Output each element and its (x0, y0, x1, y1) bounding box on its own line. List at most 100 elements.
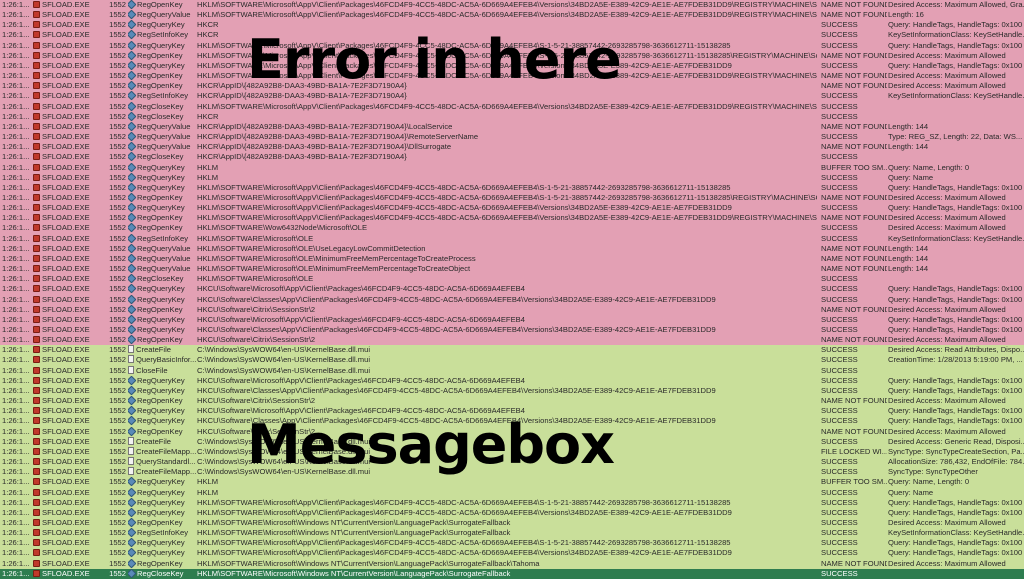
event-row[interactable]: 1:26:1... SFLOAD.EXE 1552 RegQueryKey HKLM BU… (0, 477, 1024, 488)
path-cell-text: HKLM\SOFTWARE\Microsoft\AppV\Client\Pack… (197, 538, 731, 548)
path-cell: HKLM (197, 477, 817, 487)
event-row[interactable]: 1:26:1... SFLOAD.EXE 1552 RegOpenKey HKCU\So… (0, 304, 1024, 315)
operation-cell: RegOpenKey (128, 558, 196, 569)
operation-cell: RegQueryKey (128, 375, 196, 386)
process-cell-text: SFLOAD.EXE (42, 264, 90, 274)
process-icon (33, 234, 40, 242)
detail-cell-text: Desired Access: Maximum Allowed (888, 335, 1006, 345)
process-cell-text: SFLOAD.EXE (42, 294, 90, 304)
event-row[interactable]: 1:26:1... SFLOAD.EXE 1552 RegOpenKey HKCU\So… (0, 335, 1024, 346)
pid-cell: 1552 (106, 498, 126, 508)
time-cell: 1:26:1... (2, 213, 32, 223)
event-row[interactable]: 1:26:1... SFLOAD.EXE 1552 RegOpenKey HKLM\SO… (0, 517, 1024, 529)
result-cell-text: NAME NOT FOUND (821, 10, 887, 20)
event-row[interactable]: 1:26:1... SFLOAD.EXE 1552 RegOpenKey HKCU\So… (0, 396, 1024, 407)
operation-cell-text: RegQueryKey (137, 416, 185, 426)
event-row[interactable]: 1:26:1... SFLOAD.EXE 1552 RegQueryKey HKLM\S… (0, 507, 1024, 518)
path-cell: HKLM\SOFTWARE\Microsoft\Windows NT\Curre… (197, 569, 817, 579)
process-icon (33, 51, 40, 59)
process-cell: SFLOAD.EXE (33, 406, 105, 416)
event-row[interactable]: 1:26:1... SFLOAD.EXE 1552 RegQueryValue HKCR… (0, 121, 1024, 133)
detail-cell: Length: 16 (888, 10, 1024, 20)
time-cell-text: 1:26:1... (2, 497, 30, 507)
event-row[interactable]: 1:26:1... SFLOAD.EXE 1552 RegQueryValue HKLM… (0, 10, 1024, 21)
event-row[interactable]: 1:26:1... SFLOAD.EXE 1552 RegQueryKey HKCU\S… (0, 294, 1024, 305)
event-row[interactable]: 1:26:1... SFLOAD.EXE 1552 RegSetInfoKey HKLM… (0, 528, 1024, 539)
event-row[interactable]: 1:26:1... SFLOAD.EXE 1552 RegOpenKey HKLM\SO… (0, 213, 1024, 224)
event-row[interactable]: 1:26:1... SFLOAD.EXE 1552 RegQueryKey HKLM\S… (0, 497, 1024, 508)
event-row[interactable]: 1:26:1... SFLOAD.EXE 1552 RegQueryValue HKLM… (0, 243, 1024, 254)
event-row[interactable]: 1:26:1... SFLOAD.EXE 1552 RegQueryKey HKLM\S… (0, 538, 1024, 549)
operation-cell: RegQueryValue (128, 10, 196, 20)
event-row[interactable]: 1:26:1... SFLOAD.EXE 1552 RegQueryValue HKLM… (0, 253, 1024, 265)
event-row[interactable]: 1:26:1... SFLOAD.EXE 1552 RegQueryKey HKCU\S… (0, 385, 1024, 397)
event-row[interactable]: 1:26:1... SFLOAD.EXE 1552 QueryBasicInfor..… (0, 355, 1024, 366)
pid-cell-text: 1552 (109, 91, 126, 101)
event-row[interactable]: 1:26:1... SFLOAD.EXE 1552 RegOpenKey HKLM\SO… (0, 0, 1024, 11)
process-icon (33, 102, 40, 110)
pid-cell: 1552 (106, 213, 126, 223)
pid-cell: 1552 (106, 488, 126, 498)
pid-cell-text: 1552 (109, 253, 126, 263)
process-icon (33, 346, 40, 354)
result-cell: SUCCESS (821, 488, 887, 498)
event-row[interactable]: 1:26:1... SFLOAD.EXE 1552 RegOpenKey HKLM\SO… (0, 223, 1024, 234)
registry-icon (128, 548, 137, 558)
detail-cell-text: Desired Access: Maximum Allowed (888, 558, 1006, 568)
event-row[interactable]: 1:26:1... SFLOAD.EXE 1552 RegOpenKey HKLM\SO… (0, 192, 1024, 204)
operation-cell: RegOpenKey (128, 50, 196, 61)
time-cell-text: 1:26:1... (2, 355, 30, 365)
event-row[interactable]: 1:26:1... SFLOAD.EXE 1552 RegQueryKey HKLM SU… (0, 172, 1024, 183)
result-cell-text: SUCCESS (821, 284, 858, 294)
event-row[interactable]: 1:26:1... SFLOAD.EXE 1552 RegQueryValue HKCR… (0, 132, 1024, 143)
process-cell-text: SFLOAD.EXE (42, 60, 90, 70)
process-icon (33, 204, 40, 212)
event-row[interactable]: 1:26:1... SFLOAD.EXE 1552 RegQueryKey HKLM BU… (0, 162, 1024, 173)
time-cell-text: 1:26:1... (2, 396, 30, 406)
operation-cell-text: RegQueryKey (137, 325, 185, 334)
pid-cell: 1552 (106, 477, 126, 487)
result-cell-text: SUCCESS (821, 375, 858, 385)
event-row[interactable]: 1:26:1... SFLOAD.EXE 1552 RegSetInfoKey HKLM… (0, 233, 1024, 244)
event-row[interactable]: 1:26:1... SFLOAD.EXE 1552 RegQueryKey HKCU\S… (0, 325, 1024, 336)
pid-cell: 1552 (106, 122, 126, 132)
event-row[interactable]: 1:26:1... SFLOAD.EXE 1552 RegCloseKey HKLM\S… (0, 101, 1024, 112)
time-cell: 1:26:1... (2, 467, 32, 477)
process-icon (33, 478, 40, 486)
pid-cell-text: 1552 (109, 121, 126, 131)
event-row[interactable]: 1:26:1... SFLOAD.EXE 1552 RegQueryKey HKLM\S… (0, 548, 1024, 559)
operation-cell: RegQueryValue (128, 253, 196, 264)
pid-cell: 1552 (106, 132, 126, 142)
time-cell-text: 1:26:1... (2, 81, 30, 91)
event-row[interactable]: 1:26:1... SFLOAD.EXE 1552 CloseFile C:\Windo… (0, 365, 1024, 376)
event-row[interactable]: 1:26:1... SFLOAD.EXE 1552 RegQueryKey HKLM SU… (0, 487, 1024, 498)
process-cell: SFLOAD.EXE (33, 163, 105, 173)
event-row[interactable]: 1:26:1... SFLOAD.EXE 1552 RegQueryKey HKCU\S… (0, 284, 1024, 295)
event-row[interactable]: 1:26:1... SFLOAD.EXE 1552 RegQueryValue HKLM… (0, 264, 1024, 275)
registry-icon (128, 304, 137, 315)
event-row[interactable]: 1:26:1... SFLOAD.EXE 1552 RegCloseKey HKCR SU… (0, 111, 1024, 122)
event-row[interactable]: 1:26:1... SFLOAD.EXE 1552 CreateFile C:\Wind… (0, 345, 1024, 356)
event-row[interactable]: 1:26:1... SFLOAD.EXE 1552 RegCloseKey HKLM\S… (0, 274, 1024, 285)
result-cell-text: NAME NOT FOUND (821, 396, 887, 406)
event-row[interactable]: 1:26:1... SFLOAD.EXE 1552 RegQueryKey HKCU\S… (0, 375, 1024, 386)
time-cell-text: 1:26:1... (2, 264, 30, 274)
time-cell: 1:26:1... (2, 234, 32, 244)
path-cell-text: HKCR (197, 30, 219, 40)
operation-cell-text: RegQueryKey (137, 162, 185, 172)
time-cell-text: 1:26:1... (2, 101, 30, 111)
event-row[interactable]: 1:26:1... SFLOAD.EXE 1552 RegQueryKey HKLM\S… (0, 203, 1024, 214)
path-cell-text: HKLM\SOFTWARE\Microsoft\AppV\Client\Pack… (197, 203, 732, 213)
process-icon (33, 163, 40, 171)
pid-cell-text: 1552 (109, 335, 126, 345)
event-row[interactable]: 1:26:1... SFLOAD.EXE 1552 RegCloseKey HKLM\S… (0, 568, 1024, 579)
event-row[interactable]: 1:26:1... SFLOAD.EXE 1552 RegQueryValue HKCR… (0, 142, 1024, 153)
event-row[interactable]: 1:26:1... SFLOAD.EXE 1552 RegCloseKey HKCR\A… (0, 152, 1024, 163)
time-cell: 1:26:1... (2, 528, 32, 538)
time-cell-text: 1:26:1... (2, 91, 30, 101)
event-row[interactable]: 1:26:1... SFLOAD.EXE 1552 RegQueryKey HKLM\S… (0, 182, 1024, 193)
event-row[interactable]: 1:26:1... SFLOAD.EXE 1552 RegQueryKey HKCU\S… (0, 314, 1024, 325)
process-icon (33, 285, 40, 293)
pid-cell-text: 1552 (109, 507, 126, 517)
event-row[interactable]: 1:26:1... SFLOAD.EXE 1552 RegOpenKey HKLM\SO… (0, 558, 1024, 569)
